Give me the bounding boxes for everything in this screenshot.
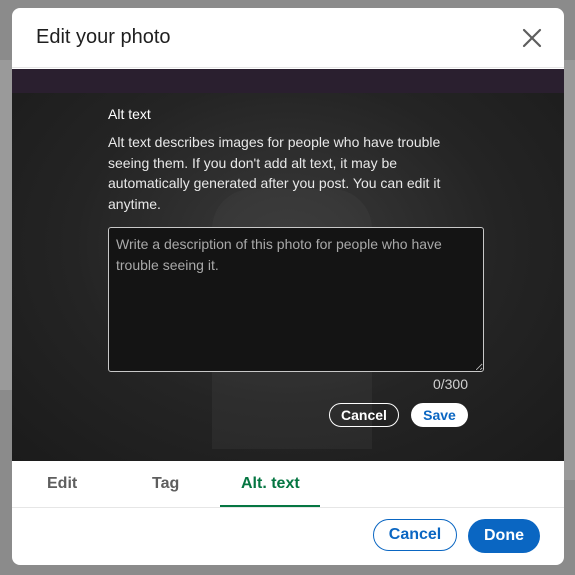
tab-edit[interactable]: Edit	[47, 475, 77, 493]
edit-tabs: Edit Tag Alt. text	[12, 461, 564, 508]
background-right-strip	[563, 60, 575, 480]
alt-text-input[interactable]	[108, 227, 484, 372]
alt-text-cancel-button[interactable]: Cancel	[329, 403, 399, 427]
cancel-button[interactable]: Cancel	[373, 519, 457, 551]
tab-alt-text[interactable]: Alt. text	[241, 475, 300, 493]
active-tab-indicator	[220, 505, 320, 507]
character-count: 0/300	[432, 376, 468, 392]
tab-tag[interactable]: Tag	[152, 475, 179, 493]
modal-header: Edit your photo	[12, 8, 564, 68]
background-left-strip	[0, 60, 12, 390]
photo-preview: Alt text Alt text describes images for p…	[12, 69, 564, 461]
photo-top-strip	[12, 69, 564, 93]
modal-title: Edit your photo	[36, 26, 171, 48]
alt-text-label: Alt text	[108, 106, 151, 122]
alt-text-save-button[interactable]: Save	[411, 403, 468, 427]
close-button[interactable]	[518, 24, 546, 52]
close-icon	[522, 28, 542, 48]
edit-photo-modal: Edit your photo Alt text Alt text descri…	[12, 8, 564, 565]
done-button[interactable]: Done	[468, 519, 540, 553]
alt-text-description: Alt text describes images for people who…	[108, 134, 441, 212]
